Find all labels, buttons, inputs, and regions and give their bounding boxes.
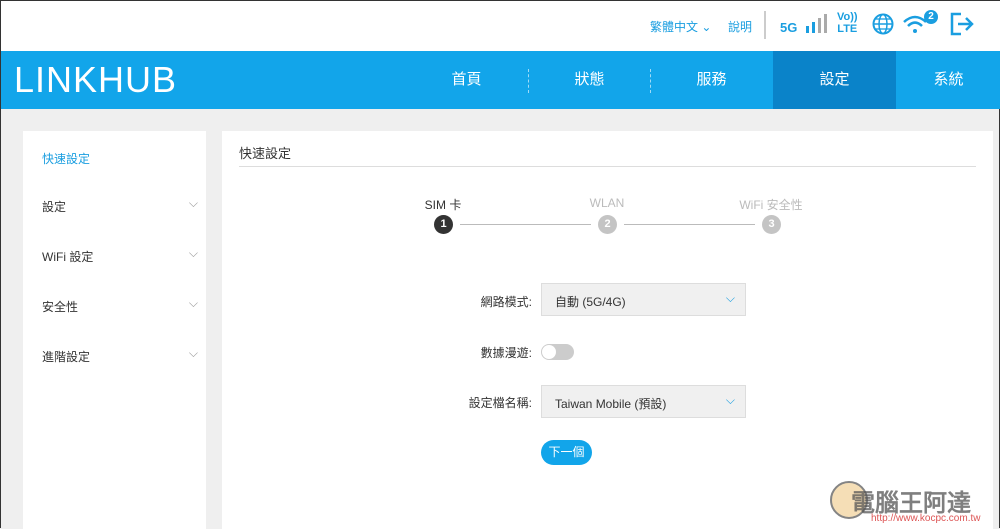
step-3-indicator: 3 [762, 215, 781, 234]
globe-icon[interactable] [872, 13, 894, 35]
volte-icon: Vo)) LTE [837, 11, 858, 35]
tab-settings[interactable]: 設定 [773, 51, 896, 109]
divider [239, 166, 976, 167]
sidebar-item-settings[interactable]: 設定 ⌵ [42, 196, 198, 215]
language-selector[interactable]: 繁體中文 ⌄ [650, 18, 711, 35]
chevron-down-icon: ⌵ [188, 296, 198, 310]
page-title: 快速設定 [239, 146, 292, 161]
divider [764, 11, 766, 39]
logout-icon[interactable] [950, 12, 974, 36]
step-1-indicator: 1 [434, 215, 453, 234]
sidebar-item-wifi-settings[interactable]: WiFi 設定 ⌵ [42, 246, 198, 265]
chevron-down-icon: ⌵ [725, 291, 735, 305]
signal-strength-icon [806, 14, 827, 33]
step-label-sim: SIM 卡 [424, 198, 462, 212]
tab-system[interactable]: 系統 [896, 51, 1000, 109]
sidebar-item-security[interactable]: 安全性 ⌵ [42, 296, 198, 315]
step-connector [624, 224, 755, 225]
chevron-down-icon: ⌵ [725, 393, 735, 407]
profile-name-select[interactable]: Taiwan Mobile (預設) ⌵ [541, 385, 746, 418]
step-label-wifi-security: WiFi 安全性 [739, 198, 803, 212]
network-type-5g: 5G [780, 20, 798, 35]
step-connector [460, 224, 591, 225]
top-bar: 繁體中文 ⌄ 說明 5G Vo)) LTE 2 [1, 1, 1000, 51]
watermark-url: http://www.kocpc.com.tw [871, 513, 981, 524]
tab-services[interactable]: 服務 [650, 51, 773, 109]
sidebar-item-advanced[interactable]: 進階設定 ⌵ [42, 346, 198, 365]
wifi-clients-badge: 2 [924, 10, 938, 24]
network-mode-label: 網路模式: [480, 295, 532, 309]
step-2-indicator: 2 [598, 215, 617, 234]
data-roaming-toggle[interactable] [541, 344, 574, 360]
sidebar-item-quick-setup[interactable]: 快速設定 [42, 150, 198, 167]
chevron-down-icon: ⌄ [701, 20, 712, 34]
help-link[interactable]: 說明 [728, 18, 752, 35]
sidebar: 快速設定 設定 ⌵ WiFi 設定 ⌵ 安全性 ⌵ 進階設定 ⌵ [23, 131, 206, 529]
chevron-down-icon: ⌵ [188, 196, 198, 210]
data-roaming-label: 數據漫遊: [480, 346, 532, 360]
chevron-down-icon: ⌵ [188, 246, 198, 260]
chevron-down-icon: ⌵ [188, 346, 198, 360]
main-nav: LINKHUB 首頁 狀態 服務 設定 系統 [1, 51, 1000, 109]
main-panel: 快速設定 SIM 卡 WLAN WiFi 安全性 1 2 3 網路模式: 自動 … [222, 131, 993, 529]
network-mode-select[interactable]: 自動 (5G/4G) ⌵ [541, 283, 746, 316]
next-button[interactable]: 下一個 [541, 440, 592, 465]
profile-name-label: 設定檔名稱: [468, 396, 532, 410]
step-label-wlan: WLAN [589, 196, 625, 210]
tab-home[interactable]: 首頁 [405, 51, 528, 109]
logo: LINKHUB [14, 59, 178, 100]
tab-status[interactable]: 狀態 [528, 51, 651, 109]
